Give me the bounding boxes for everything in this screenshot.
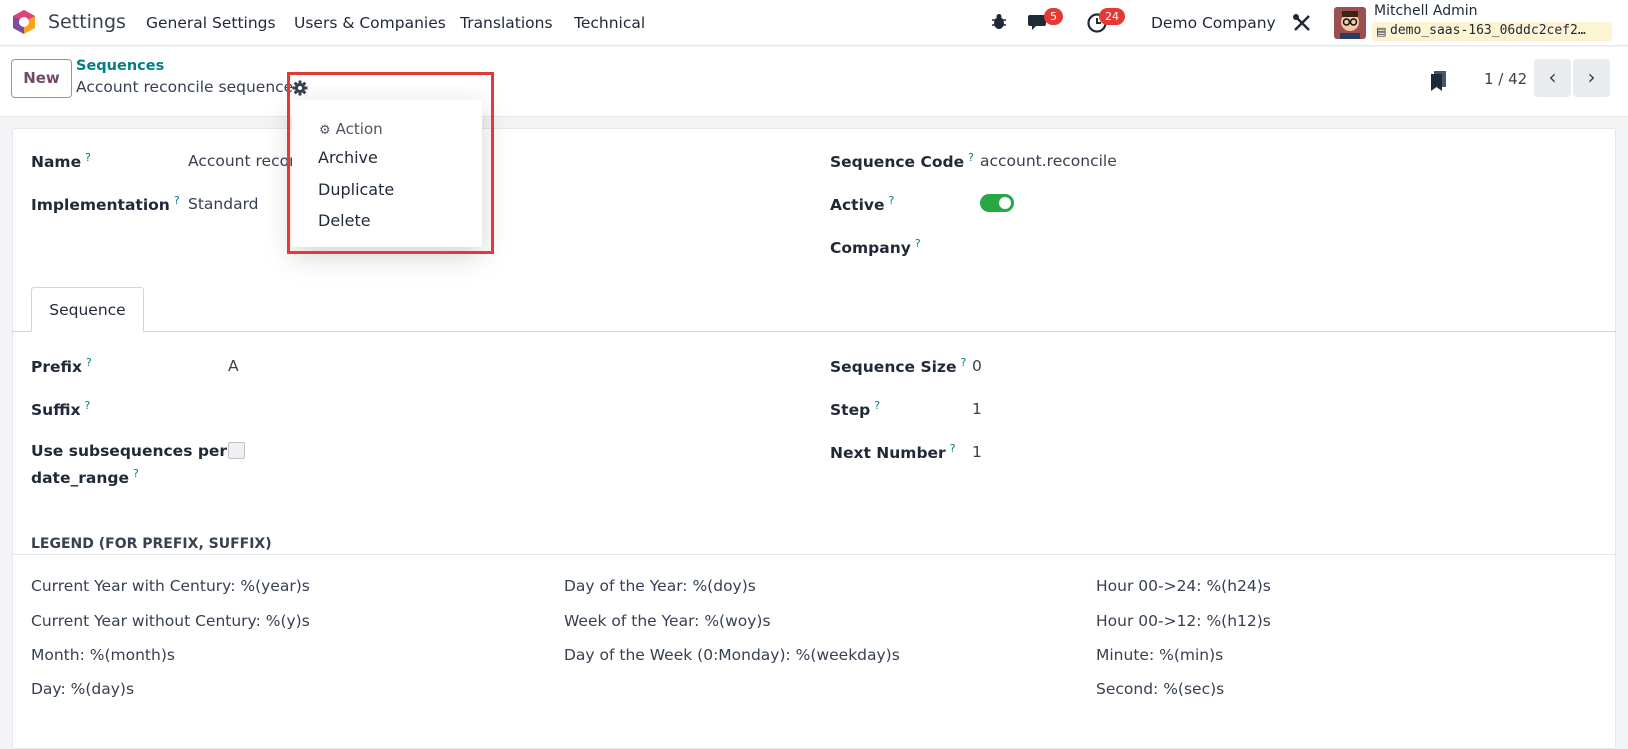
legend-item: Day: %(day)s [31, 680, 135, 698]
legend-item: Month: %(month)s [31, 646, 175, 664]
legend-item: Current Year without Century: %(y)s [31, 612, 310, 630]
menu-technical[interactable]: Technical [574, 14, 645, 32]
pager-value[interactable]: 1 / 42 [1484, 70, 1527, 88]
breadcrumb-sequences[interactable]: Sequences [76, 58, 164, 74]
tab-sequence[interactable]: Sequence [31, 287, 144, 332]
app-title[interactable]: Settings [48, 11, 126, 33]
database-icon: ▤ [1376, 25, 1387, 38]
help-icon[interactable]: ? [85, 151, 91, 164]
help-icon[interactable]: ? [86, 356, 92, 369]
next-number-field[interactable]: 1 [972, 443, 982, 461]
suffix-label: Suffix? [31, 399, 91, 420]
legend-item: Hour 00->24: %(h24)s [1096, 577, 1271, 595]
help-icon[interactable]: ? [968, 151, 974, 164]
company-label: Company? [830, 237, 921, 258]
menu-users-companies[interactable]: Users & Companies [294, 14, 446, 32]
prefix-label: Prefix? [31, 356, 92, 377]
highlight-annotation-box [287, 72, 494, 254]
company-switcher[interactable]: Demo Company [1151, 14, 1276, 32]
legend-item: Current Year with Century: %(year)s [31, 577, 310, 595]
help-icon[interactable]: ? [960, 356, 966, 369]
active-toggle[interactable] [980, 194, 1014, 212]
help-icon[interactable]: ? [874, 399, 880, 412]
legend-item: Minute: %(min)s [1096, 646, 1224, 664]
help-icon[interactable]: ? [174, 194, 180, 207]
sequence-code-field[interactable]: account.reconcile [980, 152, 1117, 170]
step-field[interactable]: 1 [972, 400, 982, 418]
database-badge: ▤ demo_saas-163_06ddc2cef2… [1372, 22, 1612, 41]
chevron-right-icon: › [1587, 65, 1596, 89]
legend-item: Week of the Year: %(woy)s [564, 612, 771, 630]
menu-translations[interactable]: Translations [460, 14, 553, 32]
user-name[interactable]: Mitchell Admin [1374, 3, 1478, 19]
help-icon[interactable]: ? [915, 237, 921, 250]
name-label: Name? [31, 151, 91, 172]
next-number-label: Next Number? [830, 442, 956, 463]
debug-bug-icon[interactable] [990, 13, 1008, 31]
help-icon[interactable]: ? [84, 399, 90, 412]
implementation-field[interactable]: Standard [188, 195, 259, 213]
attachment-records-icon[interactable] [1430, 70, 1448, 92]
pager-next-button[interactable]: › [1573, 59, 1610, 97]
implementation-label: Implementation? [31, 194, 180, 215]
legend-item: Day of the Week (0:Monday): %(weekday)s [564, 646, 900, 664]
tools-settings-icon[interactable] [1292, 13, 1312, 33]
sequence-size-field[interactable]: 0 [972, 357, 982, 375]
subsequences-label-cont: date_range? [31, 467, 139, 488]
sequence-size-label: Sequence Size? [830, 356, 967, 377]
new-button[interactable]: New [11, 59, 72, 98]
user-avatar[interactable] [1334, 7, 1366, 39]
help-icon[interactable]: ? [889, 194, 895, 207]
legend-divider [12, 554, 1616, 555]
step-label: Step? [830, 399, 881, 420]
name-field[interactable]: Account recon [188, 152, 299, 170]
breadcrumb-current-record: Account reconcile sequence [76, 78, 294, 96]
activities-count-badge: 24 [1099, 8, 1125, 25]
subsequences-label: Use subsequences per [31, 442, 228, 460]
tab-divider [12, 331, 1616, 332]
help-icon[interactable]: ? [950, 442, 956, 455]
legend-item: Hour 00->12: %(h12)s [1096, 612, 1271, 630]
menu-general-settings[interactable]: General Settings [146, 14, 276, 32]
legend-item: Day of the Year: %(doy)s [564, 577, 756, 595]
sequence-code-label: Sequence Code? [830, 151, 974, 172]
database-name: demo_saas-163_06ddc2cef2… [1390, 23, 1586, 38]
chevron-left-icon: ‹ [1548, 65, 1557, 89]
legend-item: Second: %(sec)s [1096, 680, 1225, 698]
top-navbar: Settings General Settings Users & Compan… [0, 0, 1628, 46]
use-subsequences-checkbox[interactable] [228, 442, 245, 459]
legend-title: LEGEND (FOR PREFIX, SUFFIX) [31, 536, 272, 552]
odoo-logo-icon[interactable] [11, 9, 37, 35]
prefix-field[interactable]: A [228, 357, 239, 375]
active-label: Active? [830, 194, 895, 215]
pager-previous-button[interactable]: ‹ [1534, 59, 1571, 97]
messages-count-badge: 5 [1044, 8, 1063, 25]
help-icon[interactable]: ? [133, 467, 139, 480]
